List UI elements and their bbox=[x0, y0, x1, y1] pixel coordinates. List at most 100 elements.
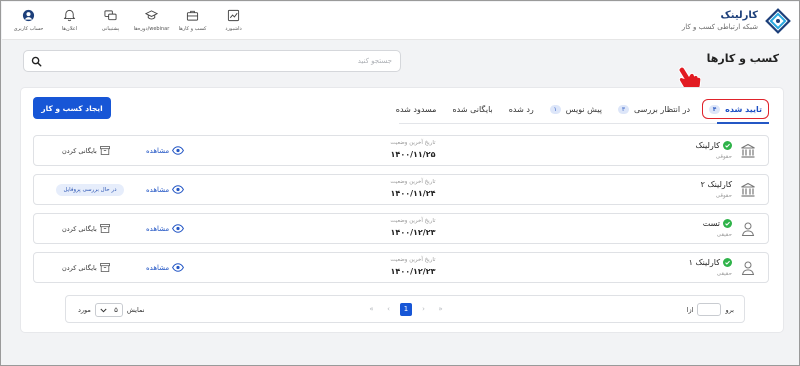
tab-rejected[interactable]: رد شده bbox=[501, 98, 542, 120]
archive-button-label: بایگانی کردن bbox=[62, 146, 97, 155]
archive-box-icon bbox=[99, 263, 110, 272]
business-row: کارلینک ۲ حقوقی تاریخ آخرین وضعیت ۱۴۰۰/۱… bbox=[33, 174, 769, 205]
brand-logo-icon bbox=[765, 8, 791, 34]
last-status-date-label: تاریخ آخرین وضعیت bbox=[390, 140, 436, 146]
page-size-value: ۵ bbox=[114, 306, 118, 314]
business-type: حقیقی bbox=[716, 232, 732, 238]
nav-webinar[interactable]: دوره‌ها/webinar bbox=[131, 4, 172, 38]
archive-button-label: بایگانی کردن bbox=[62, 224, 97, 233]
bank-icon bbox=[741, 143, 755, 158]
view-link[interactable]: مشاهده bbox=[146, 263, 185, 272]
create-business-button[interactable]: ایجاد کسب و کار bbox=[33, 97, 111, 119]
go-label: برو bbox=[725, 305, 734, 314]
view-link-label: مشاهده bbox=[146, 185, 170, 194]
tab-label: تایید شده bbox=[725, 104, 762, 114]
status-tabs: تایید شده ۴ در انتظار بررسی ۳ پیش نویس ۱… bbox=[388, 98, 769, 120]
nav-profile[interactable]: حساب کاربری bbox=[8, 4, 49, 38]
search-input[interactable] bbox=[48, 51, 396, 71]
nav-label-businesses: کسب و کارها bbox=[178, 26, 207, 32]
next-page-button[interactable]: › bbox=[417, 303, 430, 316]
verified-check-icon bbox=[723, 258, 732, 267]
tab-label: در انتظار بررسی bbox=[633, 104, 691, 114]
person-icon bbox=[741, 261, 755, 275]
search-icon[interactable] bbox=[31, 56, 42, 67]
business-row: تست حقیقی تاریخ آخرین وضعیت ۱۴۰۰/۱۲/۲۳ م… bbox=[33, 213, 769, 244]
prev-page-button[interactable]: ‹ bbox=[382, 303, 395, 316]
page-size-select[interactable]: ۵ bbox=[94, 303, 123, 317]
business-type: حقوقی bbox=[715, 193, 732, 199]
tab-archived[interactable]: بایگانی شده bbox=[444, 98, 500, 120]
archive-box-icon bbox=[99, 224, 110, 233]
archive-button[interactable]: بایگانی کردن bbox=[62, 263, 110, 272]
business-type: حقیقی bbox=[716, 271, 732, 277]
eye-icon bbox=[172, 263, 185, 272]
last-status-date-label: تاریخ آخرین وضعیت bbox=[390, 257, 436, 263]
page-number-button[interactable]: 1 bbox=[400, 303, 412, 316]
archive-button[interactable]: بایگانی کردن bbox=[62, 146, 110, 155]
nav-support[interactable]: پشتیبانی bbox=[90, 4, 131, 38]
top-nav: حساب کاربری اعلان‌ها پشتیبانی دوره‌ها/we… bbox=[8, 4, 254, 38]
archive-button-label: بایگانی کردن bbox=[62, 263, 97, 272]
business-name[interactable]: کارلینک bbox=[695, 141, 732, 150]
view-link[interactable]: مشاهده bbox=[146, 146, 185, 155]
show-label: نمایش bbox=[126, 306, 145, 314]
verified-check-icon bbox=[723, 141, 732, 150]
tabs-divider bbox=[399, 123, 769, 124]
last-status-date-label: تاریخ آخرین وضعیت bbox=[390, 179, 436, 185]
eye-icon bbox=[172, 146, 185, 155]
tab-label: رد شده bbox=[508, 104, 534, 114]
first-page-button[interactable]: « bbox=[365, 303, 378, 316]
dashboard-icon bbox=[227, 9, 240, 22]
eye-icon bbox=[172, 185, 185, 194]
view-link-label: مشاهده bbox=[146, 146, 170, 155]
tab-count-badge: ۳ bbox=[617, 104, 629, 114]
app-window: کارلینک شبکه ارتباطی کسب و کار حساب کارب… bbox=[0, 0, 800, 366]
nav-label-notifications: اعلان‌ها bbox=[61, 26, 78, 32]
business-row: کارلینک حقوقی تاریخ آخرین وضعیت ۱۴۰۰/۱۱/… bbox=[33, 135, 769, 166]
view-link-label: مشاهده bbox=[146, 263, 170, 272]
profile-icon bbox=[22, 9, 35, 22]
go-to-page-input[interactable] bbox=[697, 303, 722, 316]
pagination-bar: برو ازا « ‹ 1 › » نمایش ۵ مورد bbox=[65, 295, 745, 323]
tab-pending-review[interactable]: در انتظار بررسی ۳ bbox=[610, 98, 698, 120]
nav-label-webinar: دوره‌ها/webinar bbox=[133, 26, 170, 32]
unit-label: مورد bbox=[78, 306, 91, 314]
last-status-date: ۱۴۰۰/۱۱/۲۵ bbox=[390, 150, 436, 159]
view-link[interactable]: مشاهده bbox=[146, 185, 185, 194]
page-size: نمایش ۵ مورد bbox=[78, 303, 145, 317]
eye-icon bbox=[172, 224, 185, 233]
tab-draft[interactable]: پیش نویس ۱ bbox=[542, 98, 610, 120]
bell-icon bbox=[63, 9, 76, 22]
tab-label: بایگانی شده bbox=[452, 104, 493, 114]
business-name[interactable]: کارلینک ۲ bbox=[701, 180, 732, 189]
brand-name: کارلینک bbox=[720, 10, 759, 21]
verified-check-icon bbox=[723, 219, 732, 228]
nav-label-dashboard: داشبورد bbox=[225, 26, 242, 32]
view-link[interactable]: مشاهده bbox=[146, 224, 185, 233]
last-status-date: ۱۴۰۰/۱۱/۲۴ bbox=[390, 189, 436, 198]
nav-dashboard[interactable]: داشبورد bbox=[213, 4, 254, 38]
tab-blocked[interactable]: مسدود شده bbox=[388, 98, 445, 120]
business-list: کارلینک حقوقی تاریخ آخرین وضعیت ۱۴۰۰/۱۱/… bbox=[33, 135, 769, 291]
tab-count-badge: ۱ bbox=[549, 104, 561, 114]
nav-businesses[interactable]: کسب و کارها bbox=[172, 4, 213, 38]
last-page-button[interactable]: » bbox=[434, 303, 447, 316]
last-status-date: ۱۴۰۰/۱۲/۲۳ bbox=[390, 228, 436, 237]
brand-tagline: شبکه ارتباطی کسب و کار bbox=[681, 23, 758, 31]
tab-label: مسدود شده bbox=[395, 104, 437, 114]
search-box bbox=[23, 50, 401, 72]
business-row: کارلینک ۱ حقیقی تاریخ آخرین وضعیت ۱۴۰۰/۱… bbox=[33, 252, 769, 283]
business-name-text: کارلینک bbox=[695, 141, 720, 150]
briefcase-icon bbox=[186, 10, 199, 21]
archive-button[interactable]: بایگانی کردن bbox=[62, 224, 110, 233]
page-title: کسب و کارها bbox=[706, 52, 779, 65]
business-name[interactable]: تست bbox=[703, 219, 732, 228]
business-name[interactable]: کارلینک ۱ bbox=[689, 258, 732, 267]
brand[interactable]: کارلینک شبکه ارتباطی کسب و کار bbox=[682, 5, 792, 37]
page-controls: « ‹ 1 › » bbox=[363, 303, 449, 316]
tab-approved[interactable]: تایید شده ۴ bbox=[702, 99, 769, 119]
tab-label: پیش نویس bbox=[565, 104, 602, 114]
top-bar: کارلینک شبکه ارتباطی کسب و کار حساب کارب… bbox=[2, 2, 799, 40]
last-status-date: ۱۴۰۰/۱۲/۲۳ bbox=[390, 267, 436, 276]
nav-notifications[interactable]: اعلان‌ها bbox=[49, 4, 90, 38]
